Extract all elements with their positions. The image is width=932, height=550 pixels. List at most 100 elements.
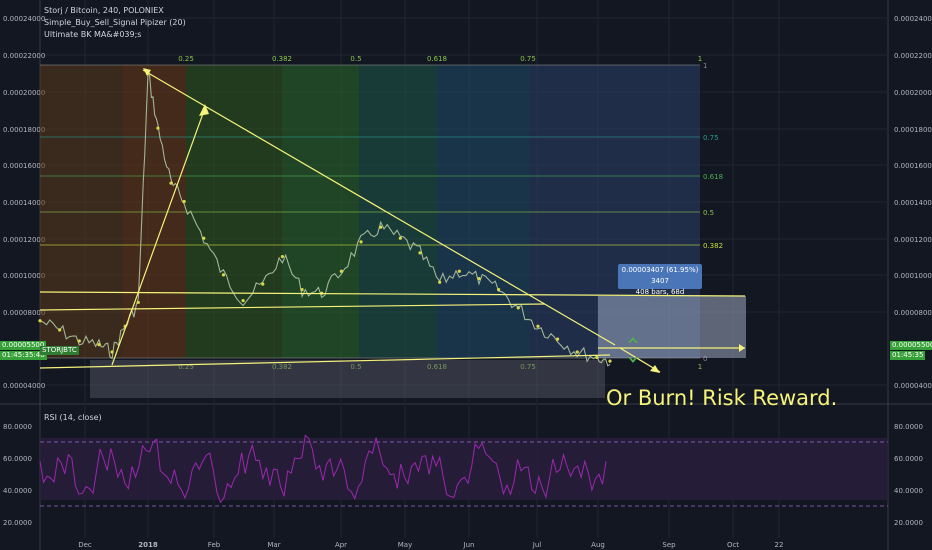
price-tick-label: 0.00018000 bbox=[894, 126, 932, 134]
price-point bbox=[182, 199, 186, 204]
price-point bbox=[241, 298, 245, 303]
price-tick-label: 0.00020000 bbox=[894, 89, 932, 97]
price-tick-label-left: 0.00024000 bbox=[3, 15, 45, 23]
price-tick-label-left: 0.00010000 bbox=[3, 272, 45, 280]
fib-level-label: 0.75 bbox=[703, 134, 719, 142]
fib-level-label: 0.618 bbox=[703, 173, 723, 181]
rsi-band-fill bbox=[40, 438, 888, 500]
fib-top-label: 0.25 bbox=[178, 55, 194, 63]
fib-top-label: 0.75 bbox=[520, 55, 536, 63]
price-point bbox=[608, 359, 612, 363]
fib-zone bbox=[282, 65, 359, 358]
price-point bbox=[339, 269, 343, 273]
price-tick-label: 0.00022000 bbox=[894, 52, 932, 60]
measure-tooltip: 0.00003407 (61.95%) 3407 408 bars, 68d bbox=[618, 264, 702, 296]
legend-indicator-2: Ultimate BK MA&#039;s bbox=[44, 30, 142, 39]
range-box bbox=[90, 360, 605, 398]
price-point bbox=[477, 276, 481, 281]
fib-bottom-label: 1 bbox=[698, 363, 702, 371]
price-point bbox=[555, 337, 560, 341]
rsi-tick-label: 20.0000 bbox=[894, 519, 923, 527]
price-tick-label: 0.00014000 bbox=[894, 199, 932, 207]
price-tick-label-left: 0.00016000 bbox=[3, 162, 45, 170]
price-tick-label-left: 0.00012000 bbox=[3, 236, 45, 244]
price-tick-label: 0.00008000 bbox=[894, 309, 932, 317]
fib-zone bbox=[186, 65, 282, 358]
price-point bbox=[221, 273, 226, 277]
time-tick-label: Mar bbox=[267, 541, 280, 549]
price-point bbox=[497, 287, 501, 292]
price-point bbox=[438, 280, 442, 284]
price-tick-label: 0.00016000 bbox=[894, 162, 932, 170]
time-tick-label: Aug bbox=[591, 541, 605, 549]
time-tick-label: Oct bbox=[727, 541, 739, 549]
price-point bbox=[169, 181, 173, 185]
fib-top-label: 1 bbox=[698, 55, 702, 63]
time-tick-label: Apr bbox=[335, 541, 347, 549]
chart-canvas[interactable]: 0.00024000 0.00024000 0.00022000 0.00022000… bbox=[0, 0, 932, 550]
price-tick-label: 0.00010000 bbox=[894, 272, 932, 280]
price-tick-label: 0.00024000 bbox=[894, 15, 932, 23]
fib-top-label: 0.618 bbox=[427, 55, 447, 63]
legend-symbol: Storj / Bitcoin, 240, POLONIEX bbox=[44, 6, 164, 15]
right-price-tag: 0.00005500 bbox=[890, 341, 932, 350]
price-point bbox=[359, 240, 363, 244]
price-point bbox=[156, 126, 160, 130]
time-tick-label: Jun bbox=[463, 541, 475, 549]
fib-level-label: 0.382 bbox=[703, 242, 723, 250]
price-point bbox=[97, 343, 101, 347]
fib-top-label: 0.382 bbox=[272, 55, 292, 63]
fib-zone bbox=[359, 65, 437, 358]
fib-top-label: 0.5 bbox=[350, 55, 361, 63]
price-point bbox=[398, 236, 402, 240]
rsi-tick-label-left: 40.0000 bbox=[3, 487, 32, 495]
price-tick-label-left: 0.00014000 bbox=[3, 199, 45, 207]
legend-indicator-1: Simple_Buy_Sell_Signal Pipizer (20) bbox=[44, 18, 186, 27]
fib-zone bbox=[437, 65, 530, 358]
time-tick-label: Sep bbox=[662, 541, 676, 549]
time-tick-label: Feb bbox=[208, 541, 221, 549]
price-point bbox=[418, 251, 422, 255]
chart-root: 0.00024000 0.00024000 0.00022000 0.00022000… bbox=[0, 0, 932, 550]
price-point bbox=[38, 319, 42, 323]
rsi-tick-label: 40.0000 bbox=[894, 487, 923, 495]
price-tick-label-left: 0.00022000 bbox=[3, 52, 45, 60]
price-point bbox=[77, 339, 81, 343]
time-tick-label: May bbox=[398, 541, 412, 549]
rsi-tick-label: 80.0000 bbox=[894, 423, 923, 431]
price-tick-label-left: 0.00020000 bbox=[3, 89, 45, 97]
right-time-tag: 01:45:35 bbox=[890, 351, 926, 360]
time-tick-label: Jul bbox=[532, 541, 542, 549]
fib-level-label: 1 bbox=[703, 62, 707, 70]
measure-bars: 408 bars, 68d bbox=[635, 288, 685, 296]
symbol-tag: STORJBTC bbox=[40, 346, 79, 355]
fib-zone bbox=[40, 65, 123, 358]
fib-level-label: 0.5 bbox=[703, 209, 714, 217]
price-point bbox=[516, 306, 520, 310]
price-point bbox=[536, 324, 540, 328]
rsi-tick-label-left: 60.0000 bbox=[3, 455, 32, 463]
price-point bbox=[261, 282, 265, 286]
price-tick-label-left: 0.00018000 bbox=[3, 126, 45, 134]
time-tick-label: Dec bbox=[78, 541, 92, 549]
measure-change: 0.00003407 (61.95%) 3407 bbox=[621, 266, 699, 285]
price-point bbox=[280, 254, 285, 259]
price-tick-label: 0.00004000 bbox=[894, 382, 932, 390]
time-tick-label: 2018 bbox=[138, 541, 158, 549]
rsi-legend: RSI (14, close) bbox=[44, 413, 102, 422]
time-tick-label: 22 bbox=[775, 541, 784, 549]
rsi-tick-label-left: 20.0000 bbox=[3, 519, 32, 527]
price-point bbox=[136, 300, 140, 305]
rsi-tick-label-left: 80.0000 bbox=[3, 423, 32, 431]
price-tick-label: 0.00012000 bbox=[894, 236, 932, 244]
price-point bbox=[202, 236, 206, 240]
price-point bbox=[58, 328, 62, 332]
price-point bbox=[457, 269, 461, 273]
price-point bbox=[379, 225, 383, 229]
price-tick-label-left: 0.00004000 bbox=[3, 382, 45, 390]
rsi-tick-label: 60.0000 bbox=[894, 455, 923, 463]
price-point bbox=[595, 355, 599, 360]
price-point bbox=[575, 350, 579, 354]
price-point bbox=[300, 287, 304, 292]
price-tick-label-left: 0.00008000 bbox=[3, 309, 45, 317]
